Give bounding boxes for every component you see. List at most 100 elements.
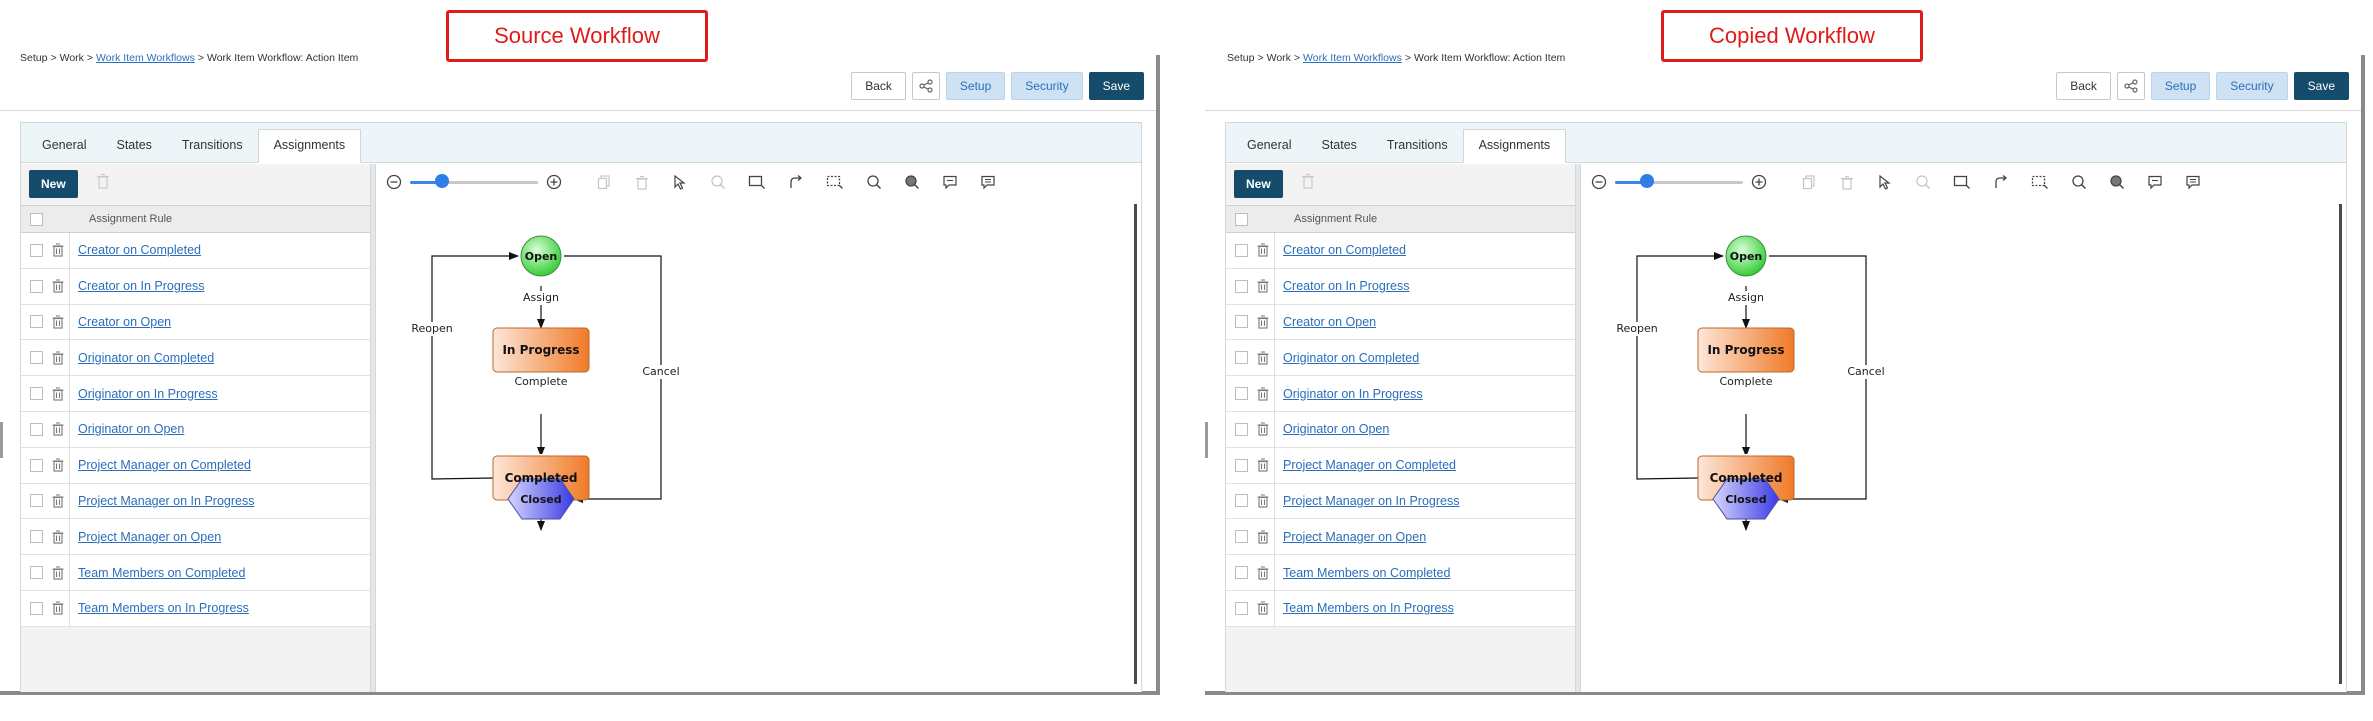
trash-icon[interactable] [1257, 351, 1269, 365]
save-button[interactable]: Save [1088, 72, 1144, 100]
share-button[interactable] [2116, 72, 2145, 100]
row-checkbox[interactable] [30, 458, 43, 472]
back-button[interactable]: Back [851, 72, 906, 100]
table-row[interactable]: Originator on Open [1226, 411, 1575, 448]
assignment-rule-link[interactable]: Originator on Open [78, 422, 184, 436]
assignment-rule-link[interactable]: Project Manager on Open [78, 530, 221, 544]
table-row[interactable]: Originator on In Progress [21, 376, 370, 412]
table-row[interactable]: Project Manager on In Progress [21, 483, 370, 520]
table-row[interactable]: Team Members on Completed [21, 555, 370, 591]
share-button[interactable] [911, 72, 940, 100]
row-checkbox[interactable] [1235, 601, 1248, 615]
zoom-slider[interactable] [410, 174, 538, 188]
zoom-region-icon[interactable] [710, 174, 726, 190]
add-state-icon[interactable] [1953, 174, 1971, 190]
tab-general[interactable]: General [27, 130, 101, 162]
row-checkbox[interactable] [1235, 279, 1248, 293]
tab-states[interactable]: States [101, 130, 166, 162]
trash-icon[interactable] [52, 315, 64, 329]
marquee-select-icon[interactable] [826, 174, 844, 190]
row-checkbox[interactable] [30, 566, 43, 580]
new-assignment-button[interactable]: New [29, 170, 78, 198]
zoom-fit-icon[interactable] [2071, 174, 2087, 190]
trash-icon[interactable] [1257, 566, 1269, 580]
select-all-checkbox[interactable] [30, 212, 43, 226]
table-row[interactable]: Project Manager on Open [21, 519, 370, 556]
marquee-select-icon[interactable] [2031, 174, 2049, 190]
breadcrumb-setup[interactable]: Setup [1227, 52, 1254, 64]
trash-icon[interactable] [52, 566, 64, 580]
row-checkbox[interactable] [30, 601, 43, 615]
row-checkbox[interactable] [30, 494, 43, 508]
row-checkbox[interactable] [1235, 315, 1248, 329]
row-checkbox[interactable] [1235, 351, 1248, 365]
table-row[interactable]: Project Manager on In Progress [1226, 483, 1575, 520]
tab-transitions[interactable]: Transitions [1372, 130, 1463, 162]
comments-icon[interactable] [980, 174, 996, 190]
row-checkbox[interactable] [1235, 458, 1248, 472]
trash-icon[interactable] [52, 351, 64, 365]
breadcrumb-setup[interactable]: Setup [20, 52, 47, 64]
trash-icon[interactable] [1257, 601, 1269, 615]
assignment-rule-link[interactable]: Creator on Completed [78, 243, 201, 257]
side-resize-handle[interactable] [0, 422, 3, 458]
row-checkbox[interactable] [30, 315, 43, 329]
table-row[interactable]: Creator on In Progress [1226, 268, 1575, 305]
assignment-rule-link[interactable]: Creator on Open [78, 315, 171, 329]
add-transition-icon[interactable] [788, 174, 804, 190]
tab-general[interactable]: General [1232, 130, 1306, 162]
trash-icon[interactable] [52, 243, 64, 257]
trash-icon[interactable] [1257, 530, 1269, 544]
table-row[interactable]: Originator on Completed [1226, 340, 1575, 377]
tab-transitions[interactable]: Transitions [167, 130, 258, 162]
assignment-rule-link[interactable]: Originator on In Progress [1283, 387, 1423, 401]
row-checkbox[interactable] [30, 530, 43, 544]
row-checkbox[interactable] [1235, 387, 1248, 401]
trash-icon[interactable] [1257, 458, 1269, 472]
save-button[interactable]: Save [2293, 72, 2349, 100]
trash-icon[interactable] [52, 530, 64, 544]
workflow-canvas[interactable]: AssignCompleteCloseReopenCancelOpenIn Pr… [376, 164, 1141, 692]
zoom-region-icon[interactable] [1915, 174, 1931, 190]
select-pointer-icon[interactable] [672, 174, 688, 190]
select-all-checkbox[interactable] [1235, 212, 1248, 226]
table-row[interactable]: Originator on In Progress [1226, 376, 1575, 412]
copy-icon[interactable] [1801, 174, 1817, 190]
zoom-in-icon[interactable] [1751, 174, 1767, 190]
assignment-rule-link[interactable]: Project Manager on In Progress [1283, 494, 1459, 508]
trash-icon[interactable] [1257, 243, 1269, 257]
row-checkbox[interactable] [1235, 243, 1248, 257]
select-pointer-icon[interactable] [1877, 174, 1893, 190]
assignment-rule-link[interactable]: Project Manager on Open [1283, 530, 1426, 544]
zoom-actual-icon[interactable] [904, 174, 920, 190]
table-row[interactable]: Team Members on In Progress [1226, 590, 1575, 627]
assignment-rule-link[interactable]: Team Members on Completed [1283, 566, 1450, 580]
assignment-rule-link[interactable]: Originator on Open [1283, 422, 1389, 436]
delete-icon[interactable] [634, 174, 650, 190]
trash-icon[interactable] [1257, 387, 1269, 401]
comment-icon[interactable] [2147, 174, 2163, 190]
trash-icon[interactable] [52, 458, 64, 472]
trash-icon[interactable] [52, 601, 64, 615]
assignment-rule-link[interactable]: Originator on In Progress [78, 387, 218, 401]
trash-icon[interactable] [52, 494, 64, 508]
delete-icon[interactable] [1839, 174, 1855, 190]
assignment-rule-link[interactable]: Originator on Completed [1283, 351, 1419, 365]
new-assignment-button[interactable]: New [1234, 170, 1283, 198]
assignment-rule-link[interactable]: Project Manager on In Progress [78, 494, 254, 508]
assignment-rule-link[interactable]: Team Members on In Progress [78, 601, 249, 615]
security-button[interactable]: Security [1011, 72, 1083, 100]
security-button[interactable]: Security [2216, 72, 2288, 100]
table-row[interactable]: Creator on Open [21, 304, 370, 341]
assignment-rule-link[interactable]: Creator on In Progress [1283, 279, 1409, 293]
zoom-actual-icon[interactable] [2109, 174, 2125, 190]
back-button[interactable]: Back [2056, 72, 2111, 100]
row-checkbox[interactable] [1235, 494, 1248, 508]
zoom-fit-icon[interactable] [866, 174, 882, 190]
assignment-rule-link[interactable]: Creator on Completed [1283, 243, 1406, 257]
trash-icon[interactable] [52, 279, 64, 293]
trash-icon[interactable] [1257, 315, 1269, 329]
assignment-rule-link[interactable]: Creator on Open [1283, 315, 1376, 329]
row-checkbox[interactable] [1235, 530, 1248, 544]
breadcrumb-work-item-workflows-link[interactable]: Work Item Workflows [96, 52, 195, 64]
